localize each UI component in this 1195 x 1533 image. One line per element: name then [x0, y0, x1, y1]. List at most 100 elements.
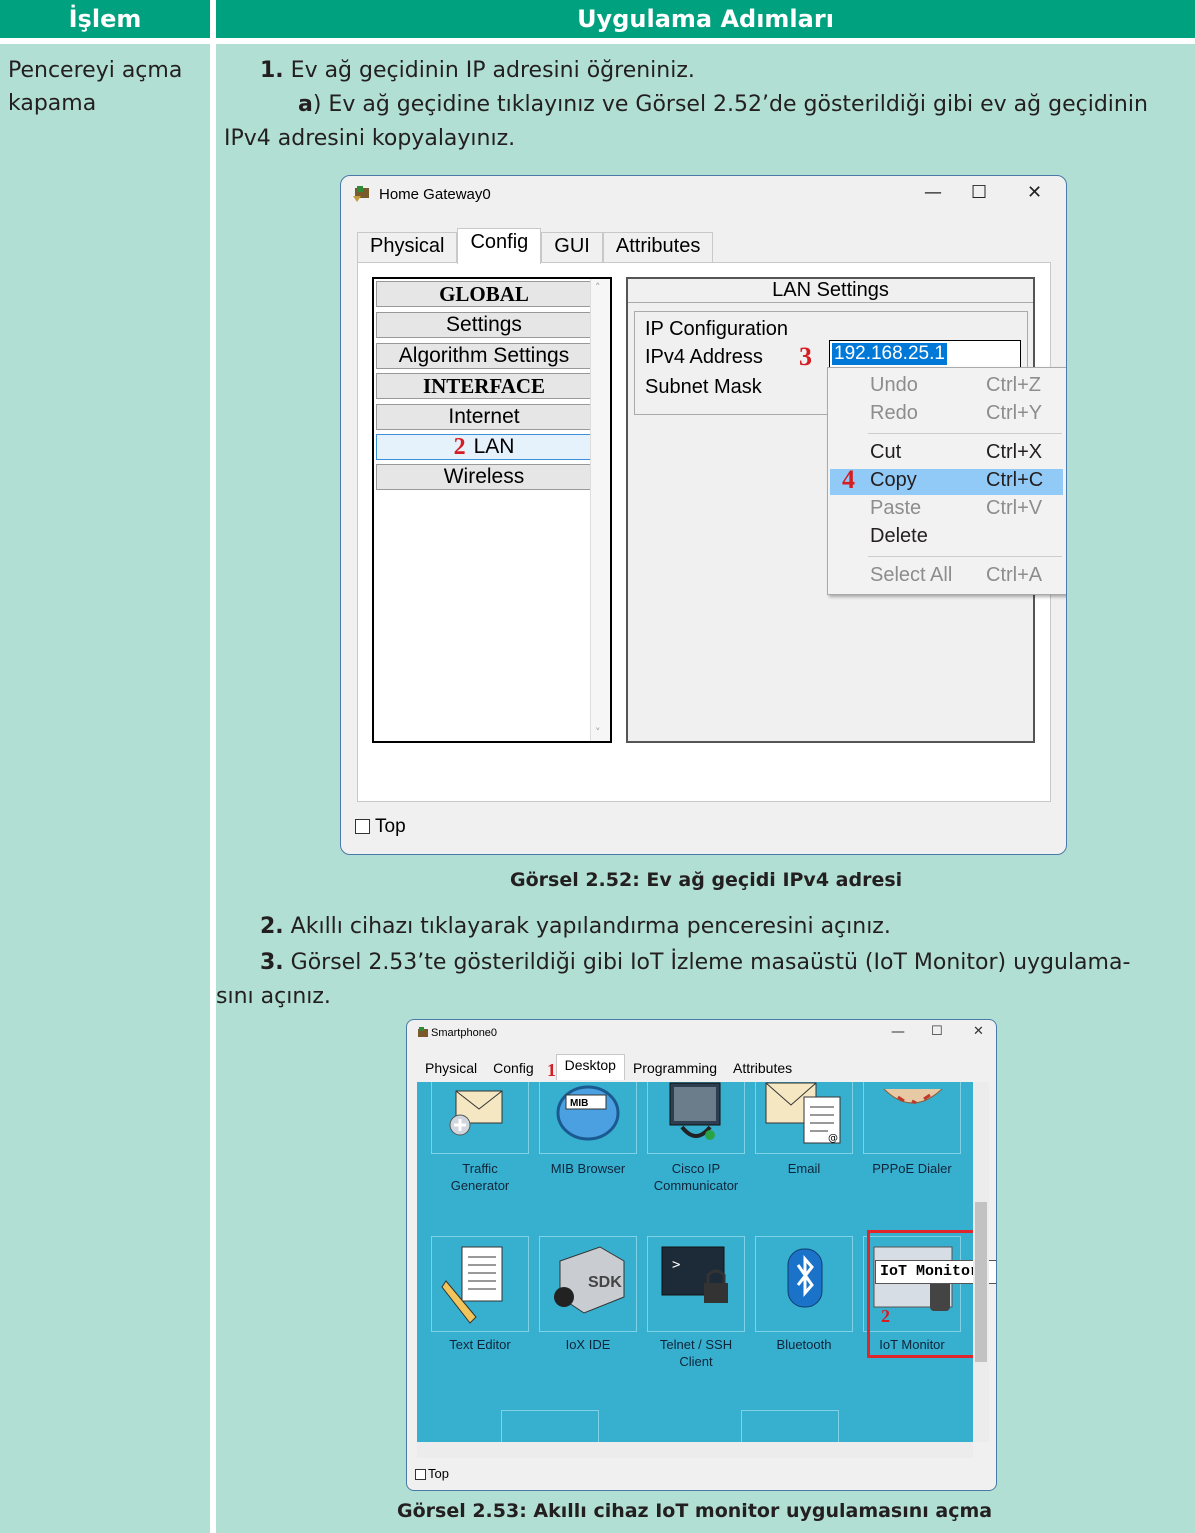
list-item-interface[interactable]: INTERFACE: [376, 373, 592, 399]
marker-2: 2: [453, 433, 466, 460]
maximize-icon[interactable]: ☐: [931, 1024, 943, 1039]
step-2-number: 2.: [260, 914, 284, 939]
tab-attributes[interactable]: Attributes: [725, 1058, 800, 1082]
app-label-telnet-ssh-client: Telnet / SSH Client: [659, 1337, 733, 1369]
app-bluetooth[interactable]: [755, 1236, 853, 1332]
top-checkbox[interactable]: Top: [415, 1466, 449, 1481]
app-pppoe-dialer[interactable]: [863, 1082, 961, 1154]
close-icon[interactable]: ✕: [1027, 182, 1042, 203]
marker-3: 3: [799, 342, 812, 371]
list-item-internet[interactable]: Internet: [376, 404, 592, 430]
top-checkbox-label: Top: [375, 816, 406, 837]
bluetooth-icon: [787, 1248, 823, 1308]
tab-bar: Physical Config Desktop Programming Attr…: [417, 1054, 800, 1082]
list-item-settings[interactable]: Settings: [376, 312, 592, 338]
tab-programming[interactable]: Programming: [625, 1058, 725, 1082]
smartphone-app-icon: [418, 1027, 428, 1037]
ip-config-label: IP Configuration: [645, 318, 789, 340]
app-partial-1[interactable]: [501, 1410, 599, 1442]
menu-item-select-all[interactable]: Select All Ctrl+A: [828, 564, 1066, 590]
step-1-text: Ev ağ geçidinin IP adresini öğreniniz.: [283, 58, 695, 83]
app-cisco-ip-communicator[interactable]: [647, 1082, 745, 1154]
app-label-email: Email: [787, 1161, 821, 1176]
ipv4-address-value: 192.168.25.1: [832, 343, 947, 365]
desktop-vertical-scrollbar[interactable]: [973, 1082, 989, 1442]
marker-1: 1: [547, 1060, 556, 1080]
menu-item-undo[interactable]: Undo Ctrl+Z: [828, 374, 1066, 400]
tab-bar: Physical Config GUI Attributes: [357, 228, 714, 264]
home-gateway-window: Home Gateway0 — ☐ ✕ Physical Config GUI …: [340, 175, 1067, 855]
tab-gui[interactable]: GUI: [541, 232, 603, 264]
close-icon[interactable]: ✕: [973, 1024, 984, 1039]
list-item-lan-label: LAN: [473, 435, 515, 458]
iot-monitor-highlight: [867, 1230, 973, 1358]
scroll-down-icon[interactable]: ˅: [595, 726, 601, 739]
minimize-icon[interactable]: —: [891, 1024, 905, 1040]
window-title: Smartphone0: [431, 1027, 498, 1039]
menu-item-redo[interactable]: Redo Ctrl+Y: [828, 402, 1066, 428]
tab-desktop[interactable]: Desktop: [555, 1054, 625, 1080]
lan-settings-header: LAN Settings: [628, 279, 1033, 303]
tab-config[interactable]: Config: [485, 1058, 541, 1082]
list-item-lan[interactable]: 2 LAN: [376, 434, 592, 460]
menu-item-copy[interactable]: 4 Copy Ctrl+C: [830, 465, 1063, 495]
cisco-ip-communicator-icon: [669, 1082, 721, 1140]
checkbox-icon[interactable]: [415, 1469, 426, 1481]
subnet-mask-label: Subnet Mask: [645, 376, 762, 398]
menu-item-delete[interactable]: Delete: [828, 525, 1066, 551]
settings-list: GLOBAL Settings Algorithm Settings INTER…: [372, 277, 612, 743]
header-uygulama: Uygulama Adımları: [216, 0, 1195, 38]
email-icon: @: [765, 1082, 841, 1144]
scroll-up-icon[interactable]: ˄: [595, 281, 601, 294]
menu-separator: [868, 433, 1062, 434]
app-label-bluetooth: Bluetooth: [776, 1337, 832, 1352]
menu-item-paste[interactable]: Paste Ctrl+V: [828, 497, 1066, 523]
step-3-line1: Görsel 2.53’te gösterildiği gibi IoT İzl…: [283, 950, 1131, 975]
top-checkbox[interactable]: Top: [355, 816, 406, 838]
checkbox-icon[interactable]: [355, 819, 370, 835]
gateway-app-icon: [353, 186, 369, 202]
app-label-mib-browser: MIB Browser: [550, 1161, 626, 1176]
step-1a-line1: ) Ev ağ geçidine tıklayınız ve Görsel 2.…: [312, 92, 1148, 117]
app-telnet-ssh-client[interactable]: >: [647, 1236, 745, 1332]
app-email[interactable]: @: [755, 1082, 853, 1154]
tab-config[interactable]: Config: [457, 228, 542, 264]
app-partial-2[interactable]: [741, 1410, 839, 1442]
ipv4-address-input[interactable]: 192.168.25.1: [829, 340, 1021, 368]
marker-4: 4: [842, 465, 855, 494]
list-scrollbar[interactable]: ˄ ˅: [590, 279, 610, 741]
step-3-number: 3.: [260, 950, 284, 975]
app-label-traffic-generator: Traffic Generator: [450, 1161, 510, 1193]
step-3-line2: sını açınız.: [216, 984, 331, 1009]
tab-physical[interactable]: Physical: [417, 1058, 485, 1082]
svg-text:SDK: SDK: [588, 1274, 622, 1291]
app-traffic-generator[interactable]: [431, 1082, 529, 1154]
tab-physical[interactable]: Physical: [357, 232, 458, 264]
tab-attributes[interactable]: Attributes: [602, 232, 714, 264]
step-1-number: 1.: [260, 58, 284, 83]
caption-2-52: Görsel 2.52: Ev ağ geçidi IPv4 adresi: [510, 869, 903, 891]
desktop-horizontal-scrollbar[interactable]: [417, 1442, 973, 1458]
mib-browser-icon: MIB: [556, 1085, 620, 1141]
text-editor-icon: [441, 1246, 503, 1324]
left-cell-line2: kapama: [8, 91, 97, 116]
scroll-thumb[interactable]: [975, 1202, 987, 1362]
app-iox-ide[interactable]: SDK: [539, 1236, 637, 1332]
maximize-icon[interactable]: ☐: [971, 182, 987, 203]
step-1a: a) Ev ağ geçidine tıklayınız ve Görsel 2…: [298, 88, 1148, 121]
menu-item-cut[interactable]: Cut Ctrl+X: [828, 441, 1066, 467]
step-1: 1. Ev ağ geçidinin IP adresini öğreniniz…: [260, 54, 695, 87]
list-item-algorithm-settings[interactable]: Algorithm Settings: [376, 343, 592, 369]
minimize-icon[interactable]: —: [924, 182, 942, 203]
svg-text:@: @: [828, 1133, 838, 1144]
step-2-text: Akıllı cihazı tıklayarak yapılandırma pe…: [283, 914, 891, 939]
step-2: 2. Akıllı cihazı tıklayarak yapılandırma…: [260, 910, 891, 943]
left-cell-line1: Pencereyi açma: [8, 58, 183, 83]
step-1a-line2: IPv4 adresini kopyalayınız.: [224, 126, 516, 151]
step-1a-letter: a: [298, 92, 313, 117]
list-item-global[interactable]: GLOBAL: [376, 281, 592, 307]
list-item-wireless[interactable]: Wireless: [376, 464, 592, 490]
app-mib-browser[interactable]: MIB: [539, 1082, 637, 1154]
app-text-editor[interactable]: [431, 1236, 529, 1332]
svg-text:>: >: [672, 1257, 680, 1273]
